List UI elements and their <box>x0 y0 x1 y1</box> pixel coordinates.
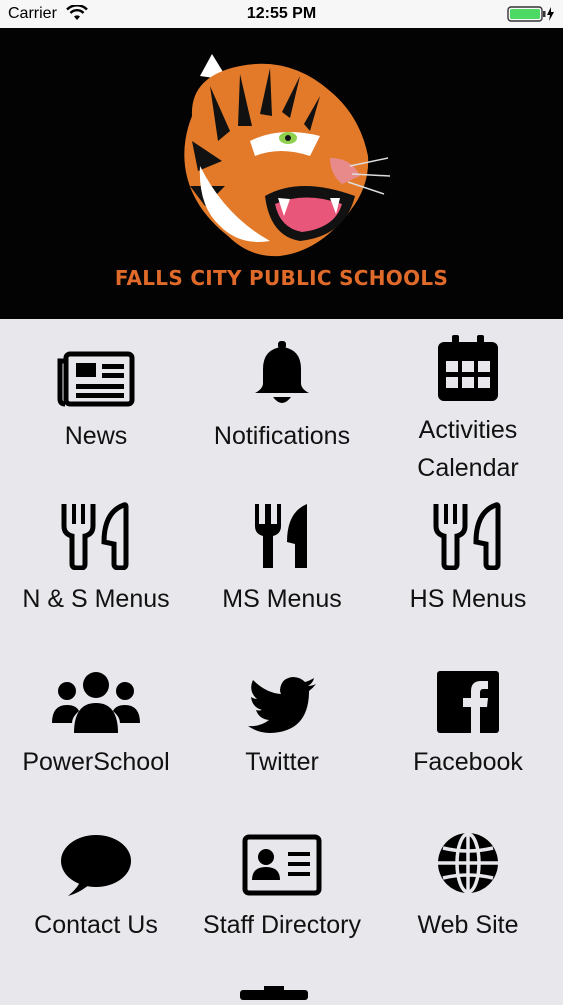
notifications-label: Notifications <box>213 422 351 450</box>
activities-calendar-label: Activities Calendar <box>417 416 519 482</box>
facebook-tile[interactable]: Facebook <box>374 653 562 813</box>
users-icon <box>52 653 140 733</box>
clock: 12:55 PM <box>246 5 317 22</box>
utensils-icon <box>58 490 134 570</box>
powerschool-tile[interactable]: PowerSchool <box>2 653 190 813</box>
powerschool-label: PowerSchool <box>22 748 170 776</box>
partial-next-icon[interactable] <box>240 986 308 1005</box>
ns-menus-label: N & S Menus <box>22 585 170 613</box>
menu-grid: News Notifications Activities Calendar N… <box>0 319 563 1000</box>
battery-icon <box>507 6 555 27</box>
bell-icon <box>251 327 313 407</box>
news-tile[interactable]: News <box>2 327 190 487</box>
status-bar: Carrier 12:55 PM <box>0 0 563 28</box>
twitter-tile[interactable]: Twitter <box>188 653 376 813</box>
newspaper-icon <box>56 327 136 407</box>
activities-calendar-tile[interactable]: Activities Calendar <box>374 327 562 487</box>
calendar-icon <box>438 327 498 401</box>
hs-menus-tile[interactable]: HS Menus <box>374 490 562 650</box>
header-banner: FALLS CITY PUBLIC SCHOOLS <box>0 28 563 319</box>
ms-menus-label: MS Menus <box>222 585 342 613</box>
facebook-icon <box>437 653 499 733</box>
tiger-logo <box>170 46 391 266</box>
ns-menus-tile[interactable]: N & S Menus <box>2 490 190 650</box>
contact-us-label: Contact Us <box>34 911 158 939</box>
twitter-label: Twitter <box>245 748 319 776</box>
contact-us-tile[interactable]: Contact Us <box>2 816 190 976</box>
school-name: FALLS CITY PUBLIC SCHOOLS <box>114 266 449 290</box>
news-label: News <box>64 422 128 450</box>
staff-directory-label: Staff Directory <box>203 911 361 939</box>
id-card-icon <box>242 816 322 896</box>
ms-menus-tile[interactable]: MS Menus <box>188 490 376 650</box>
twitter-icon <box>248 653 316 733</box>
web-site-label: Web Site <box>417 911 519 939</box>
globe-icon <box>435 816 501 896</box>
hs-menus-label: HS Menus <box>409 585 527 613</box>
notifications-tile[interactable]: Notifications <box>188 327 376 487</box>
utensils-icon <box>251 490 313 570</box>
utensils-icon <box>430 490 506 570</box>
staff-directory-tile[interactable]: Staff Directory <box>188 816 376 976</box>
speech-bubble-icon <box>60 816 132 896</box>
facebook-label: Facebook <box>413 748 523 776</box>
web-site-tile[interactable]: Web Site <box>374 816 562 976</box>
